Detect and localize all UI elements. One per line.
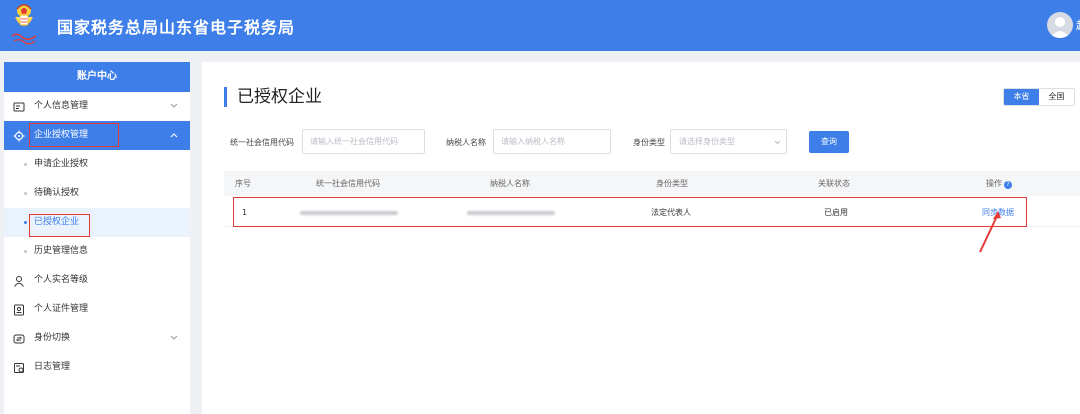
annotation-arrow-icon (979, 211, 1001, 253)
page-title: 已授权企业 (224, 87, 322, 107)
person-icon (14, 276, 24, 287)
sidebar-item-identity-switch[interactable]: 身份切换 (4, 324, 190, 353)
credit-code-label: 统一社会信用代码 (230, 138, 294, 147)
taxpayer-name-label: 纳税人名称 (446, 138, 486, 147)
table-header: 序号 统一社会信用代码 纳税人名称 身份类型 关联状态 操作? (224, 171, 1080, 196)
sidebar-item-enterprise-auth[interactable]: 企业授权管理 (4, 121, 190, 150)
sidebar-subitem-label: 已授权企业 (34, 217, 80, 227)
sidebar-item-realname-level[interactable]: 个人实名等级 (4, 266, 190, 295)
taxpayer-name-input[interactable] (493, 129, 611, 154)
row-status: 已启用 (824, 208, 848, 217)
column-header: 关联状态 (818, 179, 850, 188)
user-name[interactable]: 赵 (1076, 17, 1080, 33)
log-icon (14, 363, 24, 373)
sidebar-subitem-label: 历史管理信息 (34, 246, 89, 256)
chevron-up-icon (170, 133, 178, 138)
scope-national-button[interactable]: 全国 (1039, 89, 1074, 105)
question-icon[interactable]: ? (1004, 181, 1012, 189)
site-title: 国家税务总局山东省电子税务局 (57, 18, 296, 37)
column-header: 序号 (235, 179, 251, 188)
sidebar-subitem-history[interactable]: 历史管理信息 (4, 237, 190, 266)
identity-type-select[interactable]: 请选择身份类型 (670, 129, 787, 154)
column-header: 身份类型 (656, 179, 688, 188)
sidebar-subitem-pending[interactable]: 待确认授权 (4, 179, 190, 208)
chevron-down-icon (170, 103, 178, 108)
scope-province-button[interactable]: 本省 (1004, 89, 1039, 105)
row-identity-type: 法定代表人 (651, 208, 691, 217)
redacted-credit-code (300, 211, 398, 215)
sidebar-item-certificates[interactable]: 个人证件管理 (4, 295, 190, 324)
sidebar-item-label: 日志管理 (34, 362, 71, 372)
avatar[interactable] (1047, 12, 1073, 38)
sidebar-subitem-label: 申请企业授权 (34, 159, 89, 169)
query-button[interactable]: 查询 (809, 131, 849, 153)
column-header: 统一社会信用代码 (316, 179, 380, 188)
tax-emblem-icon (11, 4, 37, 45)
sidebar: 账户中心 个人信息管理 企业授权管理 申请企业授权 待确认授权 已授权企业 历史… (4, 62, 190, 414)
user-icon (1050, 17, 1070, 38)
redacted-taxpayer-name (467, 211, 555, 215)
document-icon (14, 304, 24, 316)
sidebar-item-label: 个人证件管理 (34, 304, 89, 314)
sidebar-item-personal-info[interactable]: 个人信息管理 (4, 92, 190, 121)
row-index: 1 (242, 208, 248, 217)
identity-type-label: 身份类型 (633, 138, 665, 147)
sidebar-item-logs[interactable]: 日志管理 (4, 353, 190, 382)
column-header: 操作 (986, 179, 1002, 188)
sidebar-item-label: 个人信息管理 (34, 101, 89, 111)
chevron-down-icon (774, 140, 781, 145)
sidebar-item-label: 企业授权管理 (34, 130, 89, 140)
sidebar-subitem-label: 待确认授权 (34, 188, 80, 198)
sidebar-title: 账户中心 (4, 62, 190, 92)
main-panel: 已授权企业 本省 全国 统一社会信用代码 纳税人名称 身份类型 请选择身份类型 … (202, 62, 1080, 414)
credit-code-input[interactable] (302, 129, 425, 154)
sidebar-subitem-apply[interactable]: 申请企业授权 (4, 150, 190, 179)
column-header: 纳税人名称 (490, 179, 530, 188)
chevron-down-icon (170, 335, 178, 340)
id-card-icon (13, 102, 25, 112)
sidebar-item-label: 个人实名等级 (34, 275, 89, 285)
gear-icon (13, 130, 25, 142)
scope-toggle: 本省 全国 (1003, 88, 1075, 106)
switch-icon (13, 334, 25, 344)
column-header-action: 操作? (986, 171, 1012, 196)
sidebar-item-label: 身份切换 (34, 333, 71, 343)
sidebar-subitem-authorized[interactable]: 已授权企业 (4, 208, 190, 237)
identity-type-placeholder: 请选择身份类型 (679, 137, 735, 146)
top-header: 国家税务总局山东省电子税务局 赵 (0, 0, 1080, 51)
table-row: 1 法定代表人 已启用 同步数据 (224, 199, 1080, 227)
